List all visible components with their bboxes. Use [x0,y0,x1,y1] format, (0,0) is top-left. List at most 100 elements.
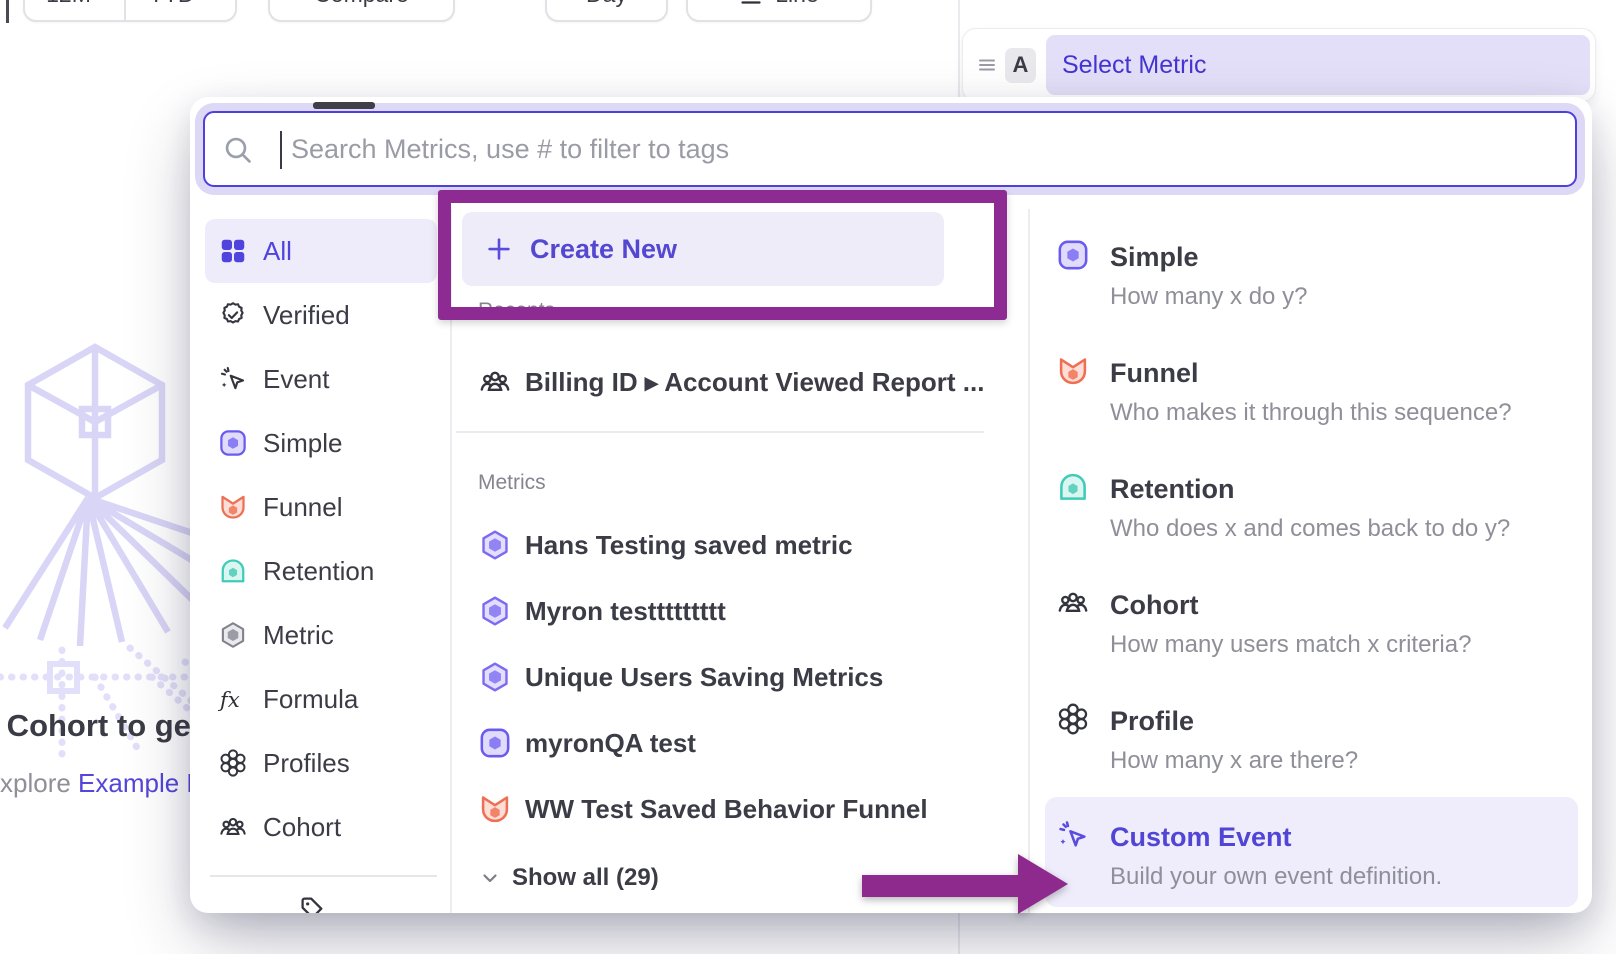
text-cursor [280,131,282,169]
simple-icon [1056,238,1090,272]
funnel-icon [1056,354,1090,388]
metric-type-retention[interactable]: RetentionWho does x and comes back to do… [1045,460,1578,576]
sidebar-item-simple[interactable]: Simple [205,411,437,475]
metric-type-title: Custom Event [1110,820,1292,854]
sidebar-item-label: Formula [263,684,358,715]
drag-handle-icon[interactable] [975,53,999,77]
saved-metric-item-label: WW Test Saved Behavior Funnel [525,794,928,825]
metric-type-title: Cohort [1110,588,1198,622]
metrics-heading: Metrics [478,471,546,495]
line-chart-type-button[interactable]: Line [686,0,872,22]
metric-builder-row[interactable]: A Select Metric [962,28,1596,102]
cohort-icon [218,812,248,842]
segment-divider [124,0,126,20]
range-ytd-button[interactable]: YTD [138,0,235,20]
retention-icon [218,556,248,586]
metric-type-title: Simple [1110,240,1199,274]
sidebar-divider [210,875,437,877]
profiles-icon [218,748,248,778]
metric-type-simple[interactable]: Simple How many x do y? [1045,228,1578,344]
metric-purple-icon [478,528,512,562]
formula-icon: ƒx [218,684,248,714]
retention-icon [1056,470,1090,504]
range-12m-button[interactable]: 12M [25,0,112,20]
metric-type-title: Profile [1110,704,1194,738]
select-metric-pill[interactable]: Select Metric [1046,35,1590,95]
background-explore-text: xplore Example R [0,768,205,799]
sidebar-item-metric[interactable]: Metric [205,603,437,667]
sidebar-item-cohort[interactable]: Cohort [205,795,437,859]
saved-metric-item[interactable]: WW Test Saved Behavior Funnel [478,776,1018,842]
sidebar-item-label: Profiles [263,748,350,779]
metric-type-description: How many users match x criteria? [1110,630,1471,660]
metric-type-cohort[interactable]: Cohort How many users match x criteria? [1045,576,1578,692]
tag-icon [297,893,329,913]
show-all-button[interactable]: Show all (29) [478,855,659,901]
sidebar-item-funnel[interactable]: Funnel [205,475,437,539]
screen: 12M YTD Compare Day Line r Cohort to ge … [0,0,1616,954]
sidebar-item-label: Retention [263,556,374,587]
list-divider [456,431,984,433]
metric-purple-icon [478,594,512,628]
annotation-highlight-box [438,190,1007,320]
funnel-icon [478,792,512,826]
sidebar-item-label: Event [263,364,330,395]
cohort-icon [478,365,512,399]
metric-type-description: How many x do y? [1110,282,1307,312]
annotation-arrow [855,845,1075,925]
simple-icon [218,428,248,458]
verified-icon [218,300,248,330]
sidebar-item-formula[interactable]: ƒx Formula [205,667,437,731]
metric-icon [218,620,248,650]
sidebar-item-label: All [263,236,292,267]
saved-metrics-list: Hans Testing saved metric Myron testttttt… [478,512,1018,842]
saved-metric-item[interactable]: Hans Testing saved metric [478,512,1018,578]
compare-button[interactable]: Compare [268,0,455,22]
column-divider [1028,209,1030,913]
search-icon [222,134,254,166]
metric-type-description: Build your own event definition. [1110,862,1442,892]
saved-metric-item-label: Hans Testing saved metric [525,530,853,561]
example-link[interactable]: Example R [78,768,205,798]
metric-types-list: Simple How many x do y? Funnel Who makes it… [1045,228,1578,913]
saved-metric-item-label: myronQA test [525,728,696,759]
date-range-segmented-control[interactable]: 12M YTD [23,0,237,22]
background-headline-fragment: r Cohort to ge [0,708,191,744]
chart-axis-fragment [6,0,9,23]
chevron-down-icon [201,0,225,6]
saved-metric-item[interactable]: myronQA test [478,710,1018,776]
category-sidebar: All Verified Event Simple Funnel Retention Met… [205,219,437,859]
recent-metric-item-label: Billing ID ▸ Account Viewed Report ... [525,367,984,398]
chevron-down-icon [478,866,502,890]
sidebar-item-retention[interactable]: Retention [205,539,437,603]
metric-type-description: Who makes it through this sequence? [1110,398,1512,428]
clipped-label-fragment [313,102,375,109]
grid-icon [218,236,248,266]
saved-metric-item-label: Myron testtttttttt [525,596,726,627]
event-icon [218,364,248,394]
metric-type-profile[interactable]: Profile How many x are there? [1045,692,1578,808]
metric-type-funnel[interactable]: Funnel Who makes it through this sequence… [1045,344,1578,460]
saved-metric-item[interactable]: Myron testtttttttt [478,578,1018,644]
sidebar-item-label: Simple [263,428,342,459]
sidebar-item-all[interactable]: All [205,219,437,283]
funnel-icon [218,492,248,522]
saved-metric-item[interactable]: Unique Users Saving Metrics [478,644,1018,710]
sidebar-item-event[interactable]: Event [205,347,437,411]
day-granularity-button[interactable]: Day [545,0,668,22]
sidebar-item-profiles[interactable]: Profiles [205,731,437,795]
profiles-icon [1056,702,1090,736]
sidebar-item-label: Metric [263,620,334,651]
sidebar-item-label: Cohort [263,812,341,843]
metric-type-description: How many x are there? [1110,746,1358,776]
sidebar-item-partial[interactable] [297,893,329,913]
metric-type-title: Funnel [1110,356,1199,390]
search-input[interactable] [203,111,1577,187]
series-a-badge: A [1005,48,1036,83]
sidebar-item-label: Funnel [263,492,343,523]
metric-type-title: Retention [1110,472,1235,506]
recent-metric-item[interactable]: Billing ID ▸ Account Viewed Report ... [478,360,1008,404]
sidebar-item-verified[interactable]: Verified [205,283,437,347]
metric-purple-icon [478,660,512,694]
metric-type-custom-event[interactable]: Custom Event Build your own event definit… [1045,808,1578,913]
